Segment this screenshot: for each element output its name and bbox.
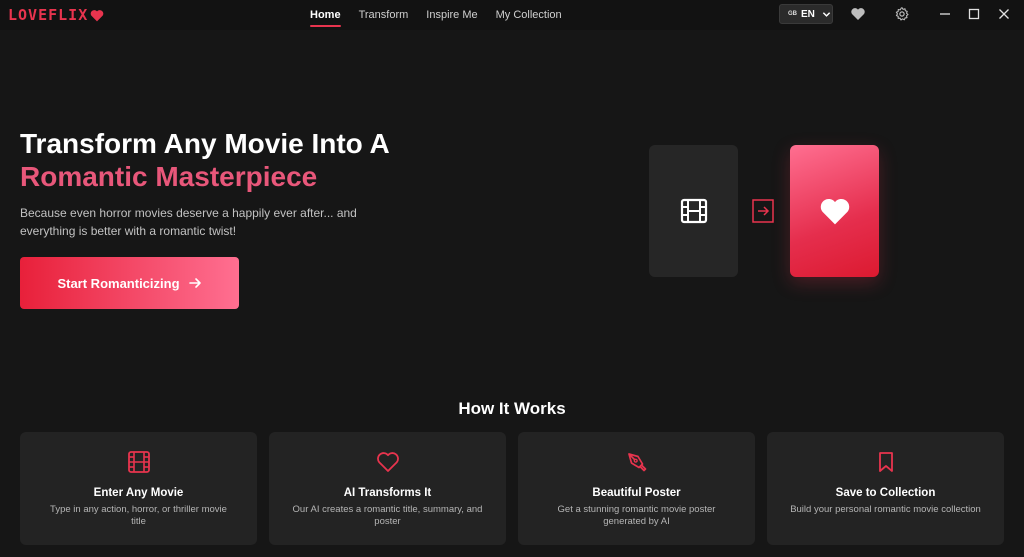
- arrow-right-icon: [188, 278, 201, 288]
- step-card-save-collection: Save to Collection Build your personal r…: [767, 432, 1004, 545]
- nav-inspire-me[interactable]: Inspire Me: [426, 0, 477, 30]
- cta-label: Start Romanticizing: [57, 275, 180, 291]
- heart-outline-icon: [376, 452, 399, 472]
- step-title: Save to Collection: [835, 487, 936, 499]
- flag-icon: GB: [788, 11, 797, 17]
- film-icon: [127, 451, 150, 473]
- minimize-icon[interactable]: [938, 7, 952, 21]
- close-icon[interactable]: [997, 7, 1011, 21]
- nav-transform[interactable]: Transform: [359, 0, 409, 30]
- bookmark-icon: [878, 452, 893, 472]
- pen-nib-icon: [627, 453, 646, 472]
- step-card-enter-movie: Enter Any Movie Type in any action, horr…: [20, 432, 257, 545]
- how-it-works-title: How It Works: [458, 399, 566, 418]
- step-title: Enter Any Movie: [93, 487, 184, 499]
- title-bar: LOVEFLIX Home Transform Inspire Me My Co…: [0, 0, 1024, 30]
- heart-icon[interactable]: [850, 6, 866, 22]
- nav-home[interactable]: Home: [310, 0, 341, 30]
- hero-subtitle: Because even horror movies deserve a hap…: [20, 206, 357, 238]
- film-icon: [680, 198, 707, 224]
- heart-icon: [820, 198, 849, 225]
- transform-arrow-icon: [752, 199, 774, 223]
- step-card-beautiful-poster: Beautiful Poster Get a stunning romantic…: [518, 432, 755, 545]
- maximize-icon[interactable]: [967, 7, 981, 21]
- app-logo[interactable]: LOVEFLIX: [8, 6, 104, 24]
- step-title: AI Transforms It: [343, 487, 432, 499]
- hero-title-line2: Romantic Masterpiece: [20, 161, 318, 192]
- logo-heart-icon: [90, 9, 104, 21]
- main-nav: Home Transform Inspire Me My Collection: [310, 0, 562, 30]
- step-description: Get a stunning romantic movie poster gen…: [557, 504, 716, 527]
- language-select[interactable]: GB EN: [779, 4, 833, 24]
- logo-text: LOVEFLIX: [8, 6, 89, 24]
- step-title: Beautiful Poster: [592, 487, 681, 499]
- step-description: Our AI creates a romantic title, summary…: [292, 504, 483, 527]
- gear-icon[interactable]: [894, 6, 910, 22]
- step-description: Build your personal romantic movie colle…: [790, 504, 981, 515]
- chevron-down-icon: [822, 11, 831, 17]
- step-card-ai-transforms: AI Transforms It Our AI creates a romant…: [269, 432, 506, 545]
- hero-title: Transform Any Movie Into A Romantic Mast…: [20, 127, 390, 193]
- language-code: EN: [801, 8, 815, 20]
- nav-my-collection[interactable]: My Collection: [496, 0, 562, 30]
- movie-card: [649, 145, 738, 277]
- romantic-card: [790, 145, 879, 277]
- hero-title-line1: Transform Any Movie Into A: [20, 128, 390, 159]
- start-romanticizing-button[interactable]: Start Romanticizing: [20, 257, 239, 309]
- step-description: Type in any action, horror, or thriller …: [50, 504, 227, 527]
